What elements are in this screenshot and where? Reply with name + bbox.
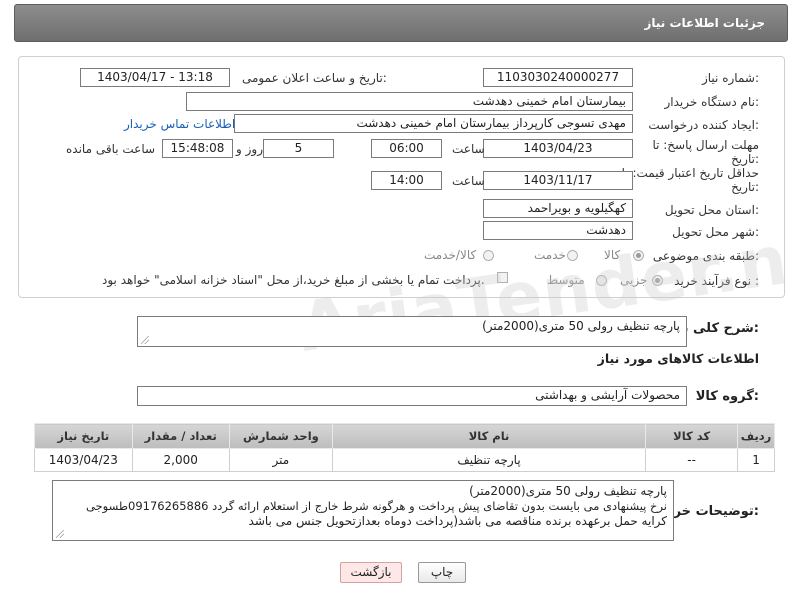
goods-section-title: اطلاعات کالاهای مورد نیاز: [597, 351, 759, 366]
cell-row-number: 1: [737, 448, 775, 472]
price-validity-time-label: ساعت: [452, 174, 485, 188]
cell-need-date: 1403/04/23: [34, 448, 133, 472]
resize-grip-icon[interactable]: [56, 530, 64, 538]
price-validity-time-field: 14:00: [371, 171, 442, 190]
page-header: جزئیات اطلاعات نیاز: [14, 4, 788, 42]
buyer-org-label: نام دستگاه خریدار:: [664, 95, 760, 109]
days-label: روز و: [236, 142, 263, 156]
announce-datetime-label: تاریخ و ساعت اعلان عمومی:: [242, 71, 387, 85]
buyer-notes-line: پارچه تنظیف رولی 50 متری(2000متر): [469, 484, 667, 498]
requester-field: مهدی تسوجی کارپرداز بیمارستان امام خمینی…: [234, 114, 633, 133]
category-option-goods-service: کالا/خدمت: [424, 248, 477, 262]
col-row-number: ردیف: [737, 423, 775, 449]
purchase-option-minor: جزیی: [620, 273, 648, 287]
summary-text: پارچه تنظیف رولی 50 متری(2000متر): [482, 319, 680, 333]
price-validity-label: حداقل تاریخ اعتبار قیمت: تا: [621, 166, 759, 180]
col-quantity: تعداد / مقدار: [131, 423, 230, 449]
province-field: کهگیلویه و بویراحمد: [483, 199, 633, 218]
cell-item-name: پارچه تنظیف: [331, 448, 647, 472]
buyer-org-field: بیمارستان امام خمینی دهدشت: [186, 92, 633, 111]
print-button[interactable]: چاپ: [418, 562, 466, 583]
remaining-time-field: 15:48:08: [162, 139, 233, 158]
cell-item-code: --: [645, 448, 739, 472]
city-field: دهدشت: [483, 221, 633, 240]
category-radio-goods[interactable]: [633, 250, 644, 261]
province-label: استان محل تحویل:: [664, 203, 759, 217]
items-table: ردیف کد کالا نام کالا واحد شمارش تعداد /…: [34, 423, 775, 472]
remaining-days-field: 5: [263, 139, 334, 158]
page-title: جزئیات اطلاعات نیاز: [644, 16, 765, 30]
city-label: شهر محل تحویل:: [672, 225, 759, 239]
requester-label: ایجاد کننده درخواست:: [648, 118, 759, 132]
remaining-time-label: ساعت باقی مانده: [66, 142, 156, 156]
summary-textarea: پارچه تنظیف رولی 50 متری(2000متر): [137, 316, 687, 347]
col-item-name: نام کالا: [331, 423, 647, 449]
reply-time-label: ساعت: [452, 142, 485, 156]
reply-deadline-date-field: 1403/04/23: [483, 139, 633, 158]
announce-datetime-field: 1403/04/17 - 13:18: [80, 68, 230, 87]
purchase-option-medium: متوسط: [547, 273, 585, 287]
purchase-type-label: نوع فرآیند خرید :: [674, 274, 759, 288]
buyer-notes-line: نرخ پیشنهادی می بایست بدون تقاضای پیش پر…: [85, 499, 667, 513]
goods-group-field: محصولات آرایشی و بهداشتی: [137, 386, 687, 406]
reply-deadline-label: مهلت ارسال پاسخ: تا: [652, 138, 759, 152]
reply-deadline-time-field: 06:00: [371, 139, 442, 158]
cell-unit: متر: [228, 448, 333, 472]
col-need-date: تاریخ نیاز: [34, 423, 133, 449]
treasury-payment-checkbox[interactable]: [497, 272, 508, 283]
purchase-radio-medium[interactable]: [596, 275, 607, 286]
category-label: طبقه بندی موضوعی:: [652, 249, 759, 263]
need-number-label: شماره نیاز:: [701, 71, 759, 85]
back-button[interactable]: بازگشت: [340, 562, 402, 583]
treasury-payment-note: پرداخت تمام یا بخشی از مبلغ خرید،از محل …: [102, 273, 485, 287]
category-option-service: خدمت: [534, 248, 566, 262]
need-number-field: 1103030240000277: [483, 68, 633, 87]
buyer-contact-link[interactable]: اطلاعات تماس خریدار: [124, 117, 235, 131]
table-row: 1 -- پارچه تنظیف متر 2,000 1403/04/23: [34, 448, 775, 472]
goods-group-label: گروه کالا:: [695, 389, 759, 404]
col-unit: واحد شمارش: [228, 423, 333, 449]
resize-grip-icon[interactable]: [141, 336, 149, 344]
purchase-radio-minor[interactable]: [652, 275, 663, 286]
col-item-code: کد کالا: [645, 423, 739, 449]
reply-deadline-label-date: تاریخ:: [731, 152, 759, 166]
table-header-row: ردیف کد کالا نام کالا واحد شمارش تعداد /…: [34, 423, 775, 449]
price-validity-date-field: 1403/11/17: [483, 171, 633, 190]
category-radio-goods-service[interactable]: [483, 250, 494, 261]
buyer-notes-textarea: پارچه تنظیف رولی 50 متری(2000متر) نرخ پی…: [52, 480, 674, 541]
category-radio-service[interactable]: [567, 250, 578, 261]
cell-quantity: 2,000: [131, 448, 230, 472]
price-validity-label-date: تاریخ:: [731, 180, 759, 194]
buyer-notes-line: کرایه حمل برعهده برنده مناقصه می باشد(پر…: [248, 514, 667, 528]
category-option-goods: کالا: [604, 248, 621, 262]
